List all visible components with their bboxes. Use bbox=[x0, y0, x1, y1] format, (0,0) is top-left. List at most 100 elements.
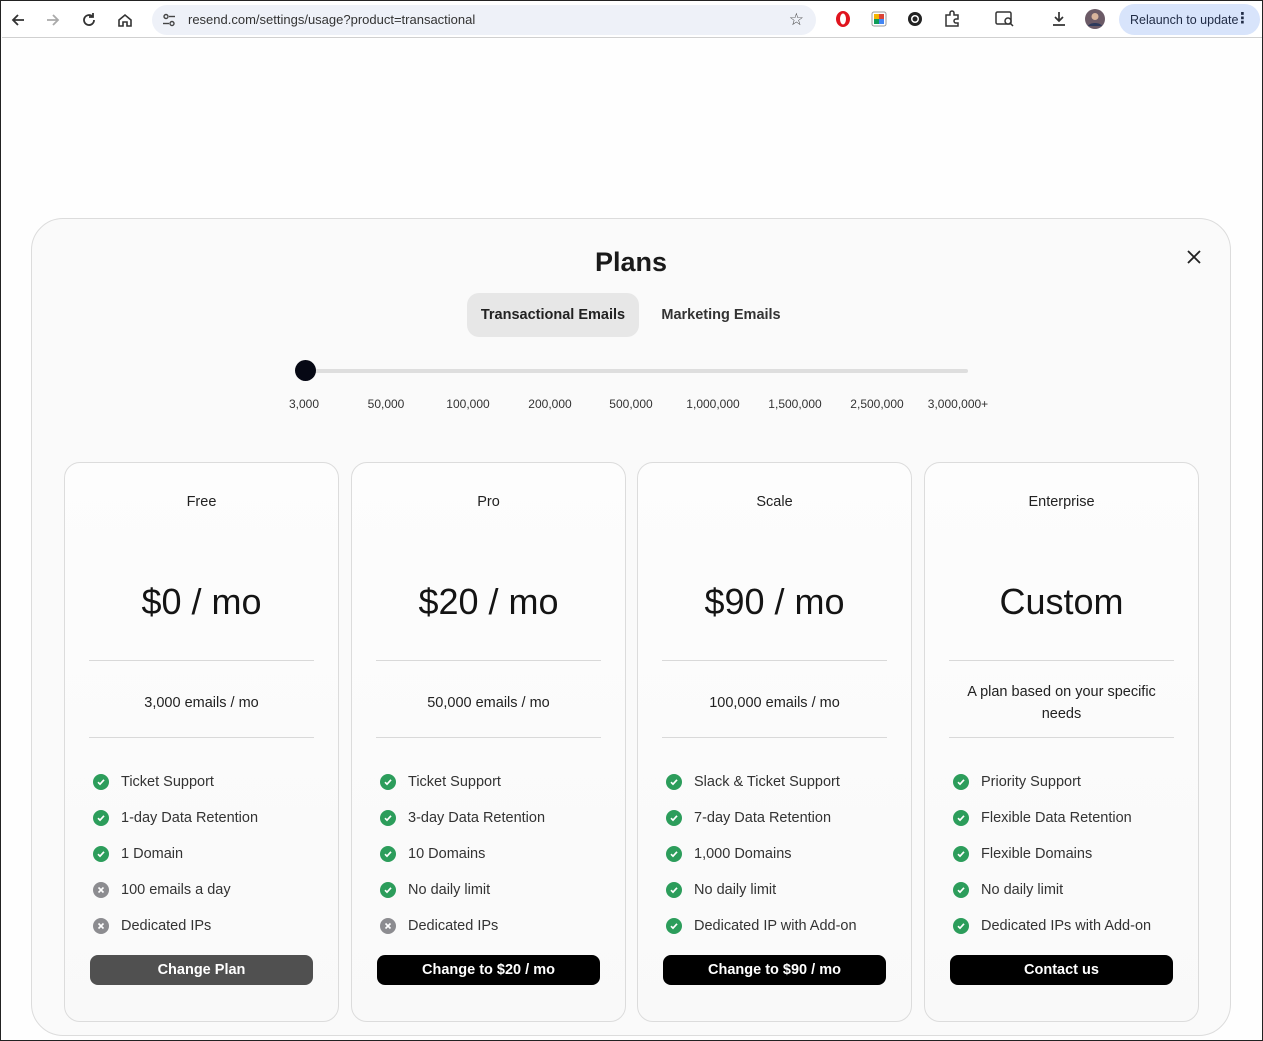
feature-text: Dedicated IPs bbox=[408, 918, 499, 934]
slider-tick[interactable]: 1,500,000 bbox=[768, 397, 821, 411]
feature-item: 3-day Data Retention bbox=[380, 800, 545, 836]
feature-text: Flexible Data Retention bbox=[981, 810, 1132, 826]
feature-item: No daily limit bbox=[666, 872, 857, 908]
slider-tick[interactable]: 200,000 bbox=[528, 397, 571, 411]
relaunch-update-button[interactable]: Relaunch to update ⋮ bbox=[1119, 4, 1260, 35]
feature-text: 100 emails a day bbox=[121, 882, 231, 898]
feature-item: 10 Domains bbox=[380, 836, 545, 872]
tab-marketing-emails[interactable]: Marketing Emails bbox=[639, 293, 803, 337]
divider bbox=[89, 660, 314, 661]
browser-toolbar: resend.com/settings/usage?product=transa… bbox=[2, 2, 1262, 38]
extensions-puzzle-icon[interactable] bbox=[941, 8, 963, 30]
check-icon bbox=[93, 774, 109, 790]
color-picker-extension-icon[interactable] bbox=[868, 8, 890, 30]
feature-text: No daily limit bbox=[408, 882, 491, 898]
feature-item: 1 Domain bbox=[93, 836, 258, 872]
sun-extension-icon[interactable] bbox=[904, 8, 926, 30]
feature-item: 1,000 Domains bbox=[666, 836, 857, 872]
feature-item: Priority Support bbox=[953, 764, 1151, 800]
feature-item: Ticket Support bbox=[380, 764, 545, 800]
upgrade-pro-button[interactable]: Change to $20 / mo bbox=[377, 955, 600, 985]
feature-text: 3-day Data Retention bbox=[408, 810, 546, 826]
url-text[interactable]: resend.com/settings/usage?product=transa… bbox=[188, 12, 475, 27]
feature-item: Ticket Support bbox=[93, 764, 258, 800]
feature-text: Flexible Domains bbox=[981, 846, 1093, 862]
check-icon bbox=[953, 774, 969, 790]
plan-price: $90 / mo bbox=[704, 581, 845, 622]
check-icon bbox=[93, 846, 109, 862]
feature-text: Dedicated IPs with Add-on bbox=[981, 918, 1152, 934]
slider-tick[interactable]: 500,000 bbox=[609, 397, 652, 411]
contact-us-button[interactable]: Contact us bbox=[950, 955, 1173, 985]
plan-card-pro: Pro $20 / mo 50,000 emails / mo Ticket S… bbox=[351, 462, 626, 1022]
plan-name: Scale bbox=[756, 494, 793, 510]
opera-extension-icon[interactable] bbox=[832, 8, 854, 30]
feature-text: 1,000 Domains bbox=[694, 846, 792, 862]
slider-tick[interactable]: 1,000,000 bbox=[686, 397, 739, 411]
browser-window: resend.com/settings/usage?product=transa… bbox=[0, 0, 1263, 1041]
reload-icon[interactable] bbox=[75, 6, 103, 34]
feature-text: 7-day Data Retention bbox=[694, 810, 832, 826]
feature-item: Dedicated IPs with Add-on bbox=[953, 908, 1151, 944]
divider bbox=[376, 737, 601, 738]
address-bar[interactable]: resend.com/settings/usage?product=transa… bbox=[152, 5, 816, 35]
slider-tick[interactable]: 2,500,000 bbox=[850, 397, 903, 411]
feature-text: 1 Domain bbox=[121, 846, 184, 862]
feature-item: Slack & Ticket Support bbox=[666, 764, 857, 800]
more-menu-icon[interactable]: ⋮ bbox=[1235, 11, 1250, 27]
plan-name: Free bbox=[186, 494, 217, 510]
plan-price: $20 / mo bbox=[418, 581, 559, 622]
close-icon[interactable] bbox=[1182, 245, 1206, 269]
plan-card-free: Free $0 / mo 3,000 emails / mo Ticket Su… bbox=[64, 462, 339, 1022]
feature-item: Dedicated IPs bbox=[380, 908, 545, 944]
divider bbox=[949, 737, 1174, 738]
feature-item: Dedicated IP with Add-on bbox=[666, 908, 857, 944]
slider-tick[interactable]: 3,000,000+ bbox=[928, 397, 988, 411]
plan-quota: 3,000 emails / mo bbox=[144, 695, 259, 711]
home-icon[interactable] bbox=[111, 6, 139, 34]
plan-name: Enterprise bbox=[1028, 494, 1095, 510]
site-settings-icon[interactable] bbox=[161, 12, 177, 28]
divider bbox=[662, 737, 887, 738]
back-icon[interactable] bbox=[4, 6, 32, 34]
feature-text: Slack & Ticket Support bbox=[694, 774, 840, 790]
change-plan-button[interactable]: Change Plan bbox=[90, 955, 313, 985]
relaunch-label: Relaunch to update bbox=[1130, 12, 1239, 27]
tab-search-icon[interactable] bbox=[994, 8, 1016, 30]
check-icon bbox=[953, 846, 969, 862]
plan-quota: A plan based on your specific needs bbox=[967, 684, 1156, 722]
feature-item: Dedicated IPs bbox=[93, 908, 258, 944]
feature-item: No daily limit bbox=[953, 872, 1151, 908]
plan-price: $0 / mo bbox=[141, 581, 262, 622]
feature-text: Dedicated IP with Add-on bbox=[694, 918, 857, 934]
tab-transactional-emails[interactable]: Transactional Emails bbox=[467, 293, 639, 337]
forward-icon[interactable] bbox=[39, 6, 67, 34]
feature-item: No daily limit bbox=[380, 872, 545, 908]
slider-tick[interactable]: 100,000 bbox=[446, 397, 489, 411]
volume-slider-thumb[interactable] bbox=[295, 360, 316, 381]
feature-text: Priority Support bbox=[981, 774, 1081, 790]
feature-text: No daily limit bbox=[694, 882, 777, 898]
plan-card-scale: Scale $90 / mo 100,000 emails / mo Slack… bbox=[637, 462, 912, 1022]
feature-list: Slack & Ticket Support 7-day Data Retent… bbox=[666, 764, 857, 944]
feature-item: 7-day Data Retention bbox=[666, 800, 857, 836]
profile-avatar-icon[interactable] bbox=[1084, 8, 1106, 30]
volume-slider-track[interactable] bbox=[304, 369, 968, 373]
check-icon bbox=[380, 846, 396, 862]
check-icon bbox=[666, 918, 682, 934]
divider bbox=[662, 660, 887, 661]
plan-card-enterprise: Enterprise Custom A plan based on your s… bbox=[924, 462, 1199, 1022]
check-icon bbox=[666, 846, 682, 862]
slider-tick[interactable]: 3,000 bbox=[289, 397, 319, 411]
feature-item: 1-day Data Retention bbox=[93, 800, 258, 836]
feature-text: Ticket Support bbox=[121, 774, 214, 790]
feature-text: 1-day Data Retention bbox=[121, 810, 259, 826]
download-icon[interactable] bbox=[1048, 8, 1070, 30]
feature-text: No daily limit bbox=[981, 882, 1064, 898]
check-icon bbox=[380, 882, 396, 898]
check-icon bbox=[953, 810, 969, 826]
slider-tick[interactable]: 50,000 bbox=[368, 397, 405, 411]
upgrade-scale-button[interactable]: Change to $90 / mo bbox=[663, 955, 886, 985]
bookmark-star-icon[interactable]: ☆ bbox=[789, 10, 804, 30]
plan-name: Pro bbox=[477, 494, 500, 510]
